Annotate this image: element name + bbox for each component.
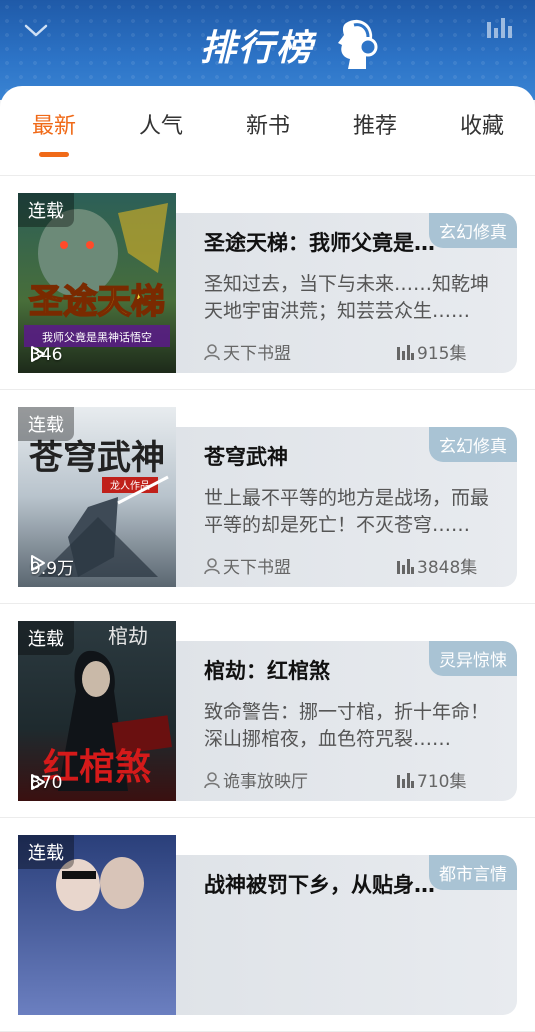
book-author: 天下书盟 [204, 339, 291, 364]
episodes-bars-icon [397, 558, 414, 574]
cover-title-text: 圣途天梯 [29, 282, 165, 322]
episodes-bars-icon [397, 772, 414, 788]
author-name: 天下书盟 [223, 558, 291, 578]
play-count: 9.9万 [30, 554, 74, 579]
play-count: 870 [30, 773, 62, 793]
play-icon [31, 346, 45, 362]
episode-count-value: 710集 [417, 772, 467, 792]
book-title: 苍穹武神 [204, 445, 288, 469]
page-title: 排行榜 [200, 27, 315, 69]
tab-recommended[interactable]: 推荐 [340, 108, 410, 140]
ranking-tab-bar: 最新 人气 新书 推荐 收藏 [0, 86, 535, 176]
play-count: 346 [30, 345, 62, 365]
book-description: 世上最不平等的地方是战场，而最平等的却是死亡！不灭苍穹…… [204, 487, 490, 536]
page-title-group: 排行榜 [200, 12, 380, 78]
play-icon [31, 774, 45, 790]
book-row[interactable]: 连载 都市言情 战神被罚下乡，从贴身…… [0, 818, 535, 1032]
episode-count-value: 3848集 [417, 558, 478, 578]
book-list: 圣途天梯 我师父竟是黑神话悟空 连载 346 玄幻修真 圣途天梯：我师父竟是黑神… [0, 176, 535, 1032]
episode-count: 915集 [396, 339, 466, 364]
serial-status-badge: 连载 [18, 193, 74, 227]
tab-new-books[interactable]: 新书 [233, 108, 303, 140]
user-icon [204, 557, 220, 574]
cover-subtitle-text: 我师父竟是黑神话悟空 [42, 330, 152, 344]
serial-status-badge: 连载 [18, 621, 74, 655]
episode-count: 3848集 [396, 553, 477, 578]
book-cover[interactable]: 棺劫 红棺煞 连载 870 [18, 621, 176, 801]
book-row[interactable]: 苍穹武神 龙人作品 连载 9.9万 玄幻修真 苍穹武神 世上最不平等的地方是战场… [0, 390, 535, 604]
book-title: 圣途天梯：我师父竟是黑神话悟空 [204, 231, 454, 255]
book-info-card[interactable]: 灵异惊悚 棺劫：红棺煞 致命警告：挪一寸棺，折十年命！深山挪棺夜，血色符咒裂……… [176, 641, 517, 801]
active-tab-indicator [39, 152, 69, 157]
book-cover[interactable]: 苍穹武神 龙人作品 连载 9.9万 [18, 407, 176, 587]
book-author: 天下书盟 [204, 553, 291, 578]
book-title: 棺劫：红棺煞 [204, 659, 330, 683]
episode-count-value: 915集 [417, 344, 467, 364]
book-cover[interactable]: 圣途天梯 我师父竟是黑神话悟空 连载 346 [18, 193, 176, 373]
serial-status-badge: 连载 [18, 835, 74, 869]
book-author: 诡事放映厅 [204, 767, 308, 792]
user-icon [204, 771, 220, 788]
listener-headset-icon [338, 19, 378, 69]
cover-title-text: 苍穹武神 [29, 438, 165, 478]
bar-chart-icon[interactable] [485, 16, 513, 40]
book-description: 致命警告：挪一寸棺，折十年命！深山挪棺夜，血色符咒裂…… [204, 701, 490, 750]
book-row[interactable]: 棺劫 红棺煞 连载 870 灵异惊悚 棺劫：红棺煞 致命警告：挪一寸棺，折十年命… [0, 604, 535, 818]
author-name: 天下书盟 [223, 344, 291, 364]
tab-popular[interactable]: 人气 [126, 108, 196, 140]
book-title: 战神被罚下乡，从贴身…… [204, 873, 454, 897]
cover-subtitle-text: 棺劫 [108, 624, 148, 648]
user-icon [204, 343, 220, 360]
tab-latest[interactable]: 最新 [19, 108, 89, 140]
book-row[interactable]: 圣途天梯 我师父竟是黑神话悟空 连载 346 玄幻修真 圣途天梯：我师父竟是黑神… [0, 176, 535, 390]
author-name: 诡事放映厅 [223, 772, 308, 792]
book-info-card[interactable]: 玄幻修真 圣途天梯：我师父竟是黑神话悟空 圣知过去，当下与未来……知乾坤天地宇宙… [176, 213, 517, 373]
book-description: 圣知过去，当下与未来……知乾坤天地宇宙洪荒；知芸芸众生…… [204, 273, 490, 322]
chevron-down-icon[interactable] [22, 20, 50, 40]
episode-count: 710集 [396, 767, 466, 792]
top-header: 排行榜 [0, 0, 535, 100]
tab-favorites[interactable]: 收藏 [447, 108, 517, 140]
play-icon [31, 555, 45, 571]
book-cover[interactable]: 连载 [18, 835, 176, 1015]
book-info-card[interactable]: 玄幻修真 苍穹武神 世上最不平等的地方是战场，而最平等的却是死亡！不灭苍穹…… … [176, 427, 517, 587]
serial-status-badge: 连载 [18, 407, 74, 441]
book-info-card[interactable]: 都市言情 战神被罚下乡，从贴身…… [176, 855, 517, 1015]
episodes-bars-icon [397, 344, 414, 360]
